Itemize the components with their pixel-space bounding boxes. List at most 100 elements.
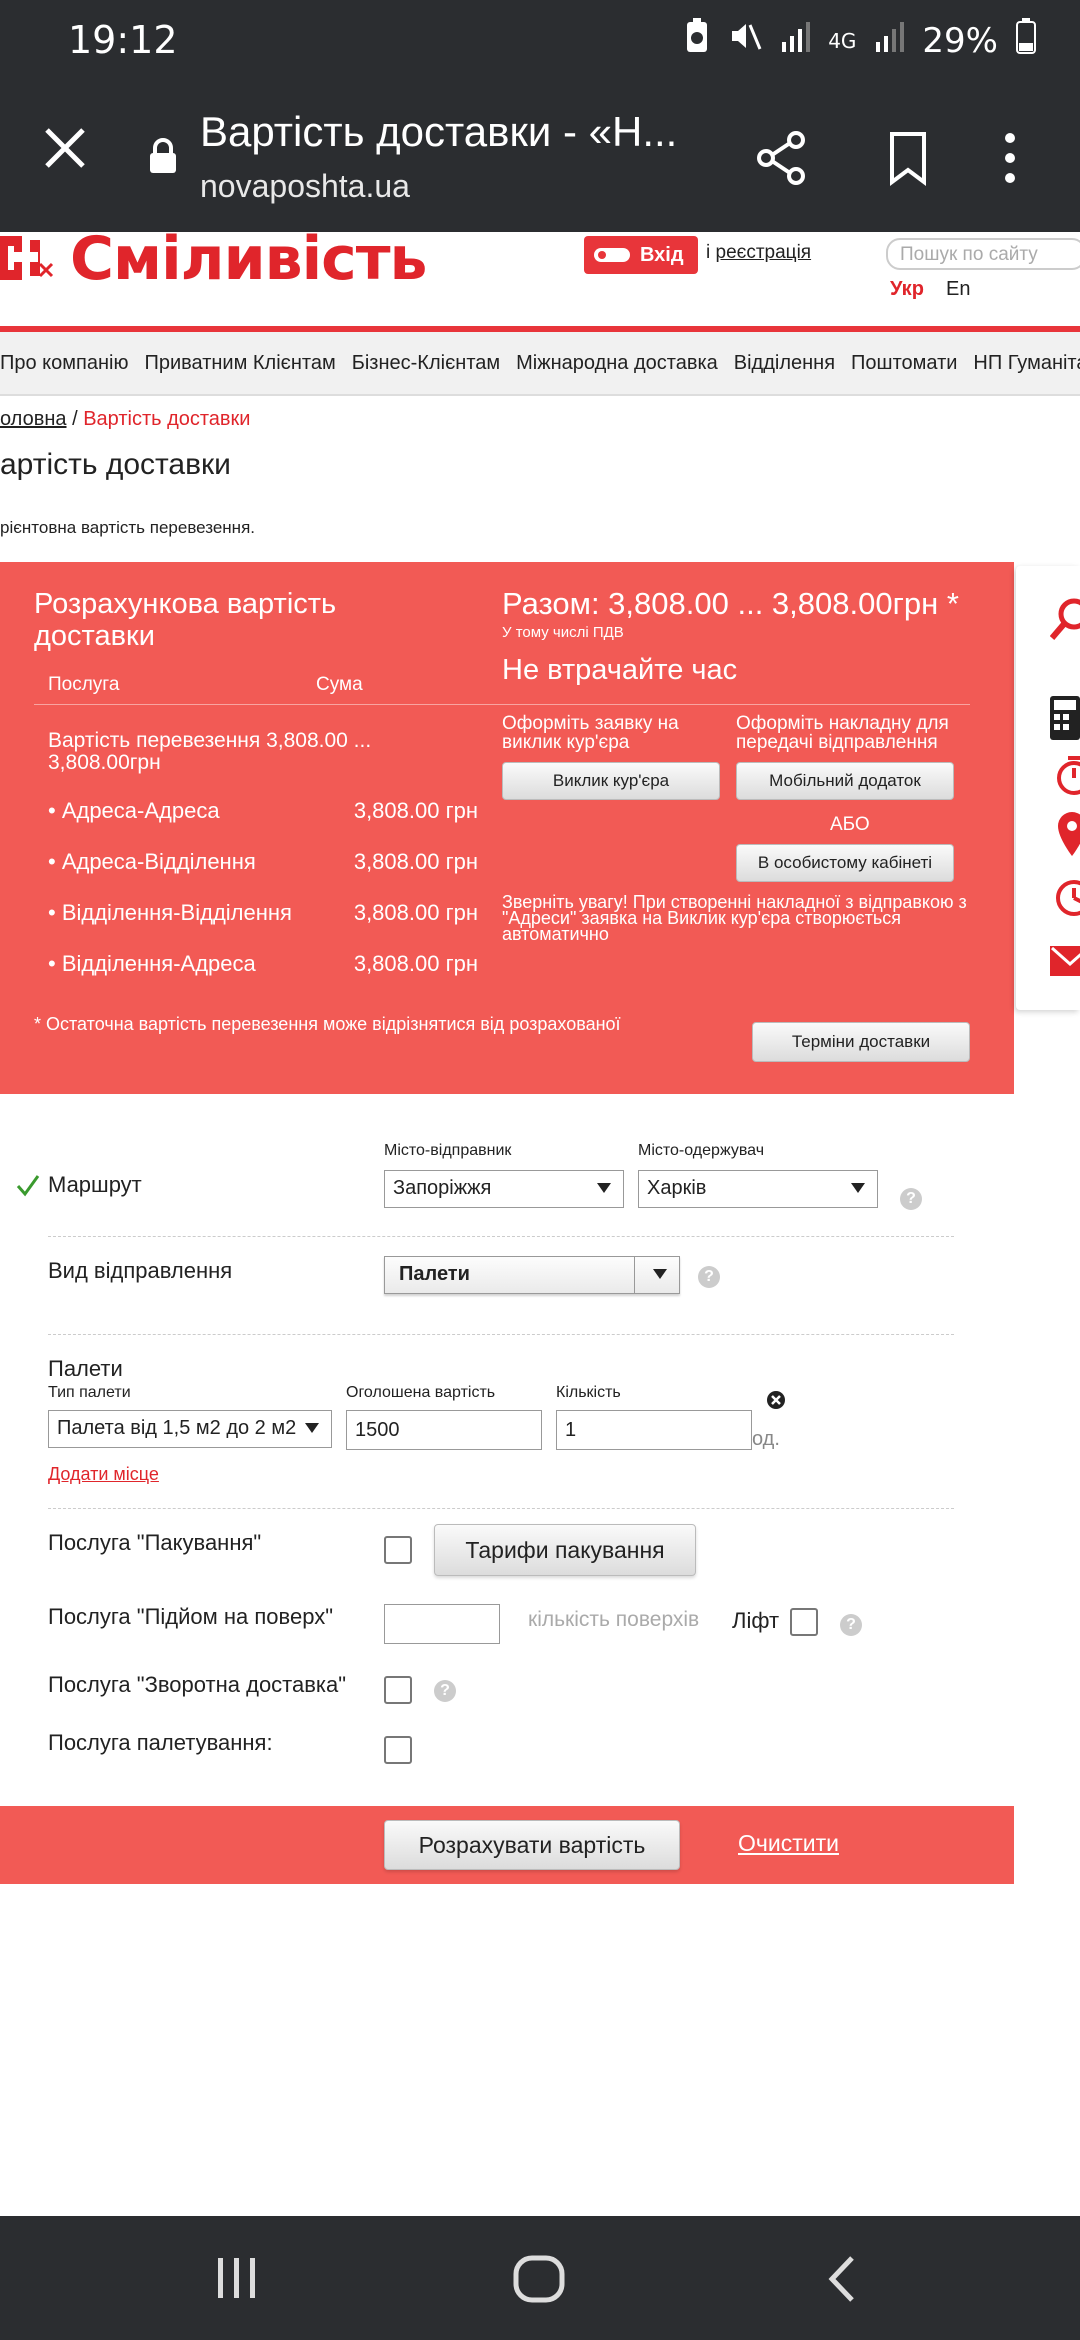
total-price: Разом: 3,808.00 ... 3,808.00грн * — [502, 586, 959, 621]
clear-link[interactable]: Очистити — [738, 1830, 839, 1857]
row-service: • Відділення-Відділення — [48, 900, 292, 925]
pallet-type-select[interactable]: Палета від 1,5 м2 до 2 м2 — [48, 1410, 332, 1448]
more-menu-icon[interactable] — [990, 128, 1050, 188]
nova-poshta-logo-icon[interactable] — [0, 232, 58, 284]
declared-value-input[interactable]: 1500 — [346, 1410, 542, 1450]
shipment-type-label: Вид відправлення — [48, 1258, 233, 1283]
attention-note: Зверніть увагу! При створенні накладної … — [502, 892, 967, 944]
nav-item-branches[interactable]: Відділення — [734, 352, 835, 375]
location-pin-icon[interactable] — [1050, 810, 1080, 860]
address-bar-url[interactable]: novaposhta.ua — [200, 168, 410, 205]
row-service: • Адреса-Адреса — [48, 798, 220, 823]
brand-slogan: Сміливість — [70, 224, 427, 294]
return-delivery-checkbox[interactable] — [384, 1676, 412, 1704]
shipment-type-select[interactable]: Палети — [384, 1256, 680, 1294]
recent-apps-icon[interactable] — [214, 2256, 260, 2300]
result-row: • Відділення-Адреса 3,808.00 грн — [48, 951, 478, 977]
breadcrumb-home[interactable]: оловна — [0, 408, 67, 430]
palletizing-checkbox[interactable] — [384, 1736, 412, 1764]
sender-city-select[interactable]: Запоріжжя — [384, 1170, 624, 1208]
route-label: Маршрут — [48, 1172, 142, 1197]
home-icon[interactable] — [512, 2254, 568, 2304]
chevron-down-icon — [653, 1269, 667, 1279]
key-icon — [594, 248, 630, 262]
calculator-icon[interactable] — [1050, 696, 1080, 740]
page-note: рієнтовна вартість перевезення. — [0, 518, 255, 537]
floors-input[interactable] — [384, 1604, 500, 1644]
result-row: • Адреса-Відділення 3,808.00 грн — [48, 849, 478, 875]
col-sum-header: Сума — [316, 674, 363, 695]
lang-ukr[interactable]: Укр — [890, 278, 924, 301]
chevron-down-icon — [305, 1423, 319, 1433]
floors-placeholder: кількість поверхів — [528, 1608, 700, 1631]
page-tab-title[interactable]: Вартість доставки - «Н... — [200, 108, 710, 156]
lift-checkbox[interactable] — [790, 1608, 818, 1636]
login-button[interactable]: Вхід — [584, 236, 698, 274]
delivery-terms-button[interactable]: Терміни доставки — [752, 1022, 970, 1062]
packing-checkbox[interactable] — [384, 1536, 412, 1564]
add-place-link[interactable]: Додати місце — [48, 1464, 159, 1485]
nav-item-private[interactable]: Приватним Клієнтам — [144, 352, 335, 375]
shipment-type-value: Палети — [399, 1263, 470, 1285]
cta-headline: Не втрачайте час — [502, 654, 738, 686]
chevron-down-icon — [597, 1183, 611, 1193]
main-nav: Про компанію Приватним Клієнтам Бізнес-К… — [0, 332, 1080, 396]
mobile-app-button[interactable]: Мобільний додаток — [736, 762, 954, 800]
help-icon[interactable]: ? — [900, 1188, 922, 1210]
lang-en[interactable]: En — [946, 278, 970, 301]
quantity-input[interactable]: 1 — [556, 1410, 752, 1450]
panel-divider — [34, 704, 970, 705]
help-icon[interactable]: ? — [434, 1680, 456, 1702]
declared-value-label: Оголошена вартість — [346, 1384, 496, 1401]
nav-item-business[interactable]: Бізнес-Клієнтам — [352, 352, 500, 375]
close-tab-icon[interactable] — [40, 126, 90, 176]
system-nav-bar — [0, 2216, 1080, 2340]
status-time: 19:12 — [68, 18, 178, 62]
order-courier-text: Оформіть заявку на виклик кур'єра — [502, 713, 679, 753]
remove-place-icon[interactable] — [766, 1390, 786, 1410]
bookmark-icon[interactable] — [878, 128, 938, 188]
pallets-label: Палети — [48, 1356, 123, 1381]
help-icon[interactable]: ? — [840, 1614, 862, 1636]
page-title: артість доставки — [0, 448, 231, 481]
calculate-button[interactable]: Розрахувати вартість — [384, 1820, 680, 1870]
network-type: 4G — [828, 28, 857, 53]
nav-item-parcel-lockers[interactable]: Поштомати — [851, 352, 957, 375]
row-sum: 3,808.00 грн — [353, 798, 478, 823]
palletizing-label: Послуга палетування: — [48, 1730, 273, 1755]
clock-icon[interactable] — [1050, 874, 1080, 920]
mail-icon[interactable] — [1050, 942, 1080, 982]
lift-floor-label: Послуга "Підйом на поверх" — [48, 1604, 334, 1629]
nav-item-international[interactable]: Міжнародна доставка — [516, 352, 718, 375]
personal-cabinet-button[interactable]: В особистому кабінеті — [736, 844, 954, 882]
call-courier-button[interactable]: Виклик кур'єра — [502, 762, 720, 800]
help-icon[interactable]: ? — [698, 1266, 720, 1288]
lift-label: Ліфт — [732, 1608, 780, 1633]
search-icon[interactable] — [1050, 596, 1080, 646]
share-icon[interactable] — [752, 128, 812, 188]
battery-percent: 29% — [922, 20, 998, 61]
back-icon[interactable] — [822, 2254, 862, 2304]
nav-item-humanitarian[interactable]: НП Гуманітарна — [973, 352, 1080, 375]
sender-city-label: Місто-відправник — [384, 1142, 512, 1159]
stopwatch-icon[interactable] — [1050, 752, 1080, 796]
order-waybill-text: Оформіть накладну для передачі відправле… — [736, 713, 949, 753]
row-sum: 3,808.00 грн — [353, 951, 478, 976]
nav-item-about[interactable]: Про компанію — [0, 352, 128, 375]
form-divider — [48, 1236, 954, 1237]
site-search-input[interactable]: Пошук по сайту — [886, 238, 1080, 270]
receiver-city-select[interactable]: Харків — [638, 1170, 878, 1208]
login-label: Вхід — [640, 243, 684, 266]
breadcrumb: оловна / Вартість доставки — [0, 408, 250, 431]
side-toolbar — [1016, 566, 1080, 1010]
col-service-header: Послуга — [48, 674, 120, 695]
sender-city-value: Запоріжжя — [393, 1177, 492, 1199]
signal-icon — [780, 20, 811, 61]
packing-tariffs-button[interactable]: Тарифи пакування — [434, 1524, 696, 1576]
unit-label: од. — [752, 1428, 780, 1450]
receiver-city-value: Харків — [647, 1177, 707, 1199]
vat-note: У тому числі ПДВ — [502, 624, 624, 641]
register-link[interactable]: реєстрація — [716, 242, 812, 263]
row-service: • Адреса-Відділення — [48, 849, 256, 874]
result-row: • Відділення-Відділення 3,808.00 грн — [48, 900, 478, 926]
